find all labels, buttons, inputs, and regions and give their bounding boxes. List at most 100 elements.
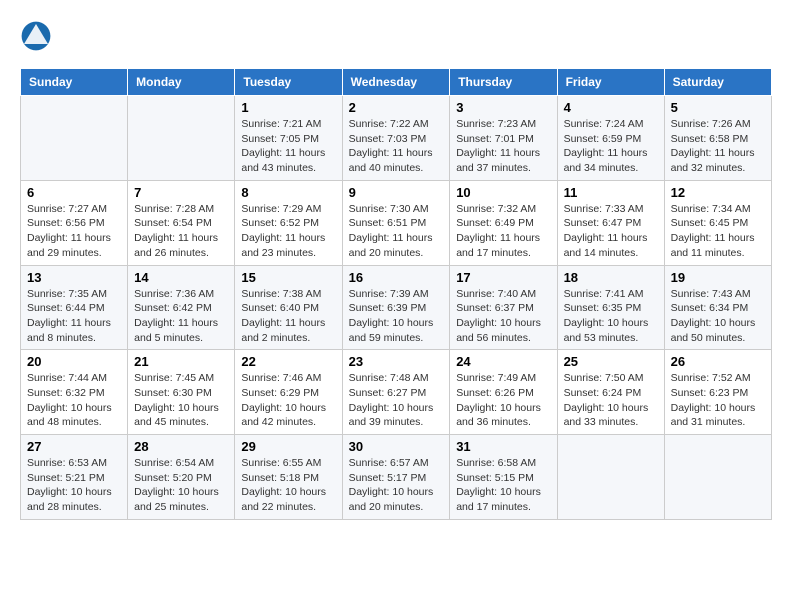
- day-number: 11: [564, 185, 658, 200]
- calendar-cell: 9Sunrise: 7:30 AMSunset: 6:51 PMDaylight…: [342, 180, 450, 265]
- day-info: Sunrise: 7:44 AMSunset: 6:32 PMDaylight:…: [27, 371, 121, 430]
- day-info: Sunrise: 7:21 AMSunset: 7:05 PMDaylight:…: [241, 117, 335, 176]
- day-info: Sunrise: 6:53 AMSunset: 5:21 PMDaylight:…: [27, 456, 121, 515]
- calendar-cell: 3 Sunrise: 7:23 AMSunset: 7:01 PMDaylight…: [450, 96, 557, 181]
- calendar-cell: 15 Sunrise: 7:38 AMSunset: 6:40 PMDayligh…: [235, 265, 342, 350]
- calendar-header-monday: Monday: [128, 69, 235, 96]
- day-number: 30: [349, 439, 444, 454]
- day-info: Sunrise: 7:50 AMSunset: 6:24 PMDaylight:…: [564, 371, 658, 430]
- day-number: 6: [27, 185, 121, 200]
- day-number: 20: [27, 354, 121, 369]
- day-number: 21: [134, 354, 228, 369]
- day-number: 31: [456, 439, 550, 454]
- day-info: Sunrise: 6:57 AMSunset: 5:17 PMDaylight:…: [349, 456, 444, 515]
- calendar-cell: 22 Sunrise: 7:46 AMSunset: 6:29 PMDayligh…: [235, 350, 342, 435]
- calendar-cell: 13 Sunrise: 7:35 AMSunset: 6:44 PMDayligh…: [21, 265, 128, 350]
- calendar-cell: 23 Sunrise: 7:48 AMSunset: 6:27 PMDayligh…: [342, 350, 450, 435]
- day-info: Sunrise: 7:49 AMSunset: 6:26 PMDaylight:…: [456, 371, 550, 430]
- calendar-header-sunday: Sunday: [21, 69, 128, 96]
- calendar-cell: [21, 96, 128, 181]
- day-number: 28: [134, 439, 228, 454]
- calendar-cell: 26 Sunrise: 7:52 AMSunset: 6:23 PMDayligh…: [664, 350, 771, 435]
- day-info: Sunrise: 7:26 AMSunset: 6:58 PMDaylight:…: [671, 117, 765, 176]
- calendar-cell: 11 Sunrise: 7:33 AMSunset: 6:47 PMDayligh…: [557, 180, 664, 265]
- calendar-week-4: 20 Sunrise: 7:44 AMSunset: 6:32 PMDayligh…: [21, 350, 772, 435]
- day-info: Sunrise: 7:45 AMSunset: 6:30 PMDaylight:…: [134, 371, 228, 430]
- day-number: 26: [671, 354, 765, 369]
- day-info: Sunrise: 7:23 AMSunset: 7:01 PMDaylight:…: [456, 117, 550, 176]
- day-number: 19: [671, 270, 765, 285]
- day-number: 4: [564, 100, 658, 115]
- day-info: Sunrise: 7:39 AMSunset: 6:39 PMDaylight:…: [349, 287, 444, 346]
- day-number: 24: [456, 354, 550, 369]
- day-number: 13: [27, 270, 121, 285]
- calendar-cell: 10Sunrise: 7:32 AMSunset: 6:49 PMDayligh…: [450, 180, 557, 265]
- calendar-week-3: 13 Sunrise: 7:35 AMSunset: 6:44 PMDayligh…: [21, 265, 772, 350]
- calendar-cell: [128, 96, 235, 181]
- calendar-cell: 12 Sunrise: 7:34 AMSunset: 6:45 PMDayligh…: [664, 180, 771, 265]
- calendar-cell: 27 Sunrise: 6:53 AMSunset: 5:21 PMDayligh…: [21, 435, 128, 520]
- calendar-cell: 5 Sunrise: 7:26 AMSunset: 6:58 PMDaylight…: [664, 96, 771, 181]
- calendar-header-wednesday: Wednesday: [342, 69, 450, 96]
- calendar-header-friday: Friday: [557, 69, 664, 96]
- logo-icon: [20, 20, 52, 52]
- calendar-week-5: 27 Sunrise: 6:53 AMSunset: 5:21 PMDayligh…: [21, 435, 772, 520]
- day-number: 12: [671, 185, 765, 200]
- day-info: Sunrise: 7:22 AMSunset: 7:03 PMDaylight:…: [349, 117, 444, 176]
- calendar-cell: 24 Sunrise: 7:49 AMSunset: 6:26 PMDayligh…: [450, 350, 557, 435]
- day-number: 14: [134, 270, 228, 285]
- day-info: Sunrise: 7:38 AMSunset: 6:40 PMDaylight:…: [241, 287, 335, 346]
- day-number: 22: [241, 354, 335, 369]
- day-number: 16: [349, 270, 444, 285]
- day-info: Sunrise: 7:24 AMSunset: 6:59 PMDaylight:…: [564, 117, 658, 176]
- day-number: 8: [241, 185, 335, 200]
- day-info: Sunrise: 7:33 AMSunset: 6:47 PMDaylight:…: [564, 202, 658, 261]
- day-info: Sunrise: 7:48 AMSunset: 6:27 PMDaylight:…: [349, 371, 444, 430]
- calendar-cell: 25 Sunrise: 7:50 AMSunset: 6:24 PMDayligh…: [557, 350, 664, 435]
- page-header: [20, 20, 772, 52]
- day-info: Sunrise: 7:46 AMSunset: 6:29 PMDaylight:…: [241, 371, 335, 430]
- day-number: 15: [241, 270, 335, 285]
- day-number: 23: [349, 354, 444, 369]
- calendar-cell: 29 Sunrise: 6:55 AMSunset: 5:18 PMDayligh…: [235, 435, 342, 520]
- day-info: Sunrise: 6:58 AMSunset: 5:15 PMDaylight:…: [456, 456, 550, 515]
- day-info: Sunrise: 7:35 AMSunset: 6:44 PMDaylight:…: [27, 287, 121, 346]
- day-info: Sunrise: 6:55 AMSunset: 5:18 PMDaylight:…: [241, 456, 335, 515]
- calendar-cell: 6Sunrise: 7:27 AMSunset: 6:56 PMDaylight…: [21, 180, 128, 265]
- day-number: 2: [349, 100, 444, 115]
- day-info: Sunrise: 7:36 AMSunset: 6:42 PMDaylight:…: [134, 287, 228, 346]
- calendar-table: SundayMondayTuesdayWednesdayThursdayFrid…: [20, 68, 772, 520]
- day-number: 29: [241, 439, 335, 454]
- calendar-cell: 8 Sunrise: 7:29 AMSunset: 6:52 PMDaylight…: [235, 180, 342, 265]
- day-info: Sunrise: 6:54 AMSunset: 5:20 PMDaylight:…: [134, 456, 228, 515]
- day-number: 25: [564, 354, 658, 369]
- calendar-week-1: 1 Sunrise: 7:21 AMSunset: 7:05 PMDaylight…: [21, 96, 772, 181]
- calendar-header-saturday: Saturday: [664, 69, 771, 96]
- day-number: 7: [134, 185, 228, 200]
- calendar-header-tuesday: Tuesday: [235, 69, 342, 96]
- day-info: Sunrise: 7:43 AMSunset: 6:34 PMDaylight:…: [671, 287, 765, 346]
- calendar-cell: 16 Sunrise: 7:39 AMSunset: 6:39 PMDayligh…: [342, 265, 450, 350]
- day-info: Sunrise: 7:34 AMSunset: 6:45 PMDaylight:…: [671, 202, 765, 261]
- calendar-cell: 30 Sunrise: 6:57 AMSunset: 5:17 PMDayligh…: [342, 435, 450, 520]
- calendar-cell: 28 Sunrise: 6:54 AMSunset: 5:20 PMDayligh…: [128, 435, 235, 520]
- calendar-header-thursday: Thursday: [450, 69, 557, 96]
- calendar-header-row: SundayMondayTuesdayWednesdayThursdayFrid…: [21, 69, 772, 96]
- day-number: 9: [349, 185, 444, 200]
- day-info: Sunrise: 7:29 AMSunset: 6:52 PMDaylight:…: [241, 202, 335, 261]
- calendar-cell: 17Sunrise: 7:40 AMSunset: 6:37 PMDayligh…: [450, 265, 557, 350]
- day-number: 3: [456, 100, 550, 115]
- day-number: 10: [456, 185, 550, 200]
- day-number: 18: [564, 270, 658, 285]
- calendar-cell: 1 Sunrise: 7:21 AMSunset: 7:05 PMDaylight…: [235, 96, 342, 181]
- day-info: Sunrise: 7:41 AMSunset: 6:35 PMDaylight:…: [564, 287, 658, 346]
- day-info: Sunrise: 7:52 AMSunset: 6:23 PMDaylight:…: [671, 371, 765, 430]
- day-number: 27: [27, 439, 121, 454]
- calendar-cell: 14 Sunrise: 7:36 AMSunset: 6:42 PMDayligh…: [128, 265, 235, 350]
- day-number: 1: [241, 100, 335, 115]
- day-number: 5: [671, 100, 765, 115]
- calendar-week-2: 6Sunrise: 7:27 AMSunset: 6:56 PMDaylight…: [21, 180, 772, 265]
- day-info: Sunrise: 7:40 AMSunset: 6:37 PMDaylight:…: [456, 287, 550, 346]
- calendar-cell: 21 Sunrise: 7:45 AMSunset: 6:30 PMDayligh…: [128, 350, 235, 435]
- day-info: Sunrise: 7:28 AMSunset: 6:54 PMDaylight:…: [134, 202, 228, 261]
